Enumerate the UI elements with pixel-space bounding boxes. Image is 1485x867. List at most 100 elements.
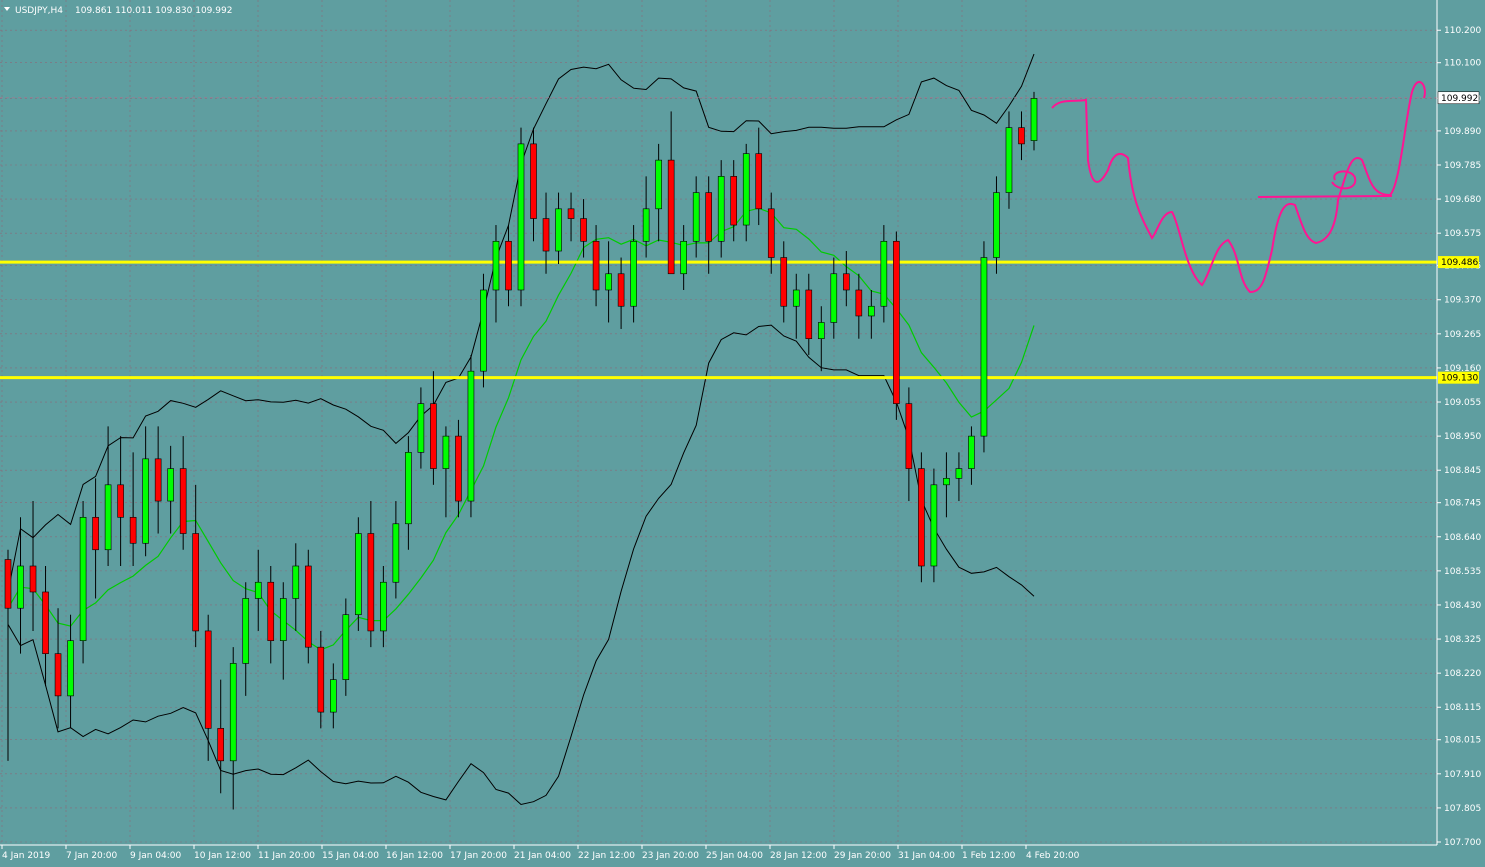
candle-body xyxy=(868,305,875,317)
x-tick-label: 4 Jan 2019 xyxy=(2,851,50,861)
x-tick-label: 25 Jan 04:00 xyxy=(706,851,763,861)
y-tick-label: 108.325 xyxy=(1444,635,1481,645)
candle-body xyxy=(880,240,888,307)
candle-body xyxy=(142,458,149,544)
candle-body xyxy=(417,403,425,453)
candle-body xyxy=(292,565,300,599)
y-tick-label: 108.845 xyxy=(1444,466,1481,476)
candle-body xyxy=(67,640,74,697)
candle-body xyxy=(442,435,450,469)
candle-body xyxy=(1005,127,1013,193)
candle-body xyxy=(567,208,575,219)
y-tick-label: 108.430 xyxy=(1444,601,1481,611)
x-tick-label: 23 Jan 20:00 xyxy=(642,851,699,861)
y-tick-label: 108.220 xyxy=(1444,669,1481,679)
candle-body xyxy=(192,533,199,632)
candle xyxy=(918,452,925,583)
y-tick-label: 107.805 xyxy=(1444,804,1481,814)
candle-body xyxy=(405,452,412,525)
candle-body xyxy=(304,565,312,648)
y-tick-label: 109.265 xyxy=(1444,330,1481,340)
candle-body xyxy=(780,257,788,307)
candle-body xyxy=(993,192,1000,258)
candle-body xyxy=(667,159,675,275)
level-price-label: 109.486 xyxy=(1441,258,1478,268)
candle-body xyxy=(542,218,550,252)
x-tick-label: 21 Jan 04:00 xyxy=(514,851,571,861)
candle-body xyxy=(79,516,87,641)
x-tick-label: 16 Jan 12:00 xyxy=(386,851,443,861)
y-tick-label: 108.745 xyxy=(1444,499,1481,509)
candle-body xyxy=(229,663,237,762)
y-tick-label: 109.055 xyxy=(1444,398,1481,408)
level-price-label: 109.130 xyxy=(1441,374,1478,384)
projection-horizontal-line[interactable] xyxy=(1257,195,1393,198)
candle xyxy=(930,468,938,583)
x-tick-label: 4 Feb 20:00 xyxy=(1026,851,1080,861)
candle-body xyxy=(555,208,562,252)
x-tick-label: 1 Feb 12:00 xyxy=(962,851,1016,861)
y-tick-label: 110.100 xyxy=(1444,59,1481,69)
y-tick-label: 109.370 xyxy=(1444,296,1481,306)
candle-body xyxy=(242,598,250,664)
candle-body xyxy=(792,289,800,307)
y-tick-label: 108.640 xyxy=(1444,533,1481,543)
candle-body xyxy=(54,653,62,697)
y-tick-label: 107.910 xyxy=(1444,770,1481,780)
candle-body xyxy=(980,257,988,437)
candle-body xyxy=(805,289,813,340)
x-tick-label: 9 Jan 04:00 xyxy=(130,851,182,861)
candle-body xyxy=(505,240,512,291)
candle xyxy=(517,127,525,307)
x-tick-label: 7 Jan 20:00 xyxy=(66,851,118,861)
candle-body xyxy=(955,468,963,479)
candle-body xyxy=(580,218,587,242)
candle-body xyxy=(4,559,12,609)
candle-body xyxy=(755,153,763,210)
candle xyxy=(467,354,475,518)
candle-body xyxy=(492,240,500,291)
candle xyxy=(304,549,312,664)
current-price-label: 109.992 xyxy=(1441,94,1478,104)
candle-body xyxy=(918,468,925,567)
candle-body xyxy=(204,630,212,729)
candle-body xyxy=(17,565,24,609)
candle xyxy=(355,517,362,631)
candle-body xyxy=(767,208,775,258)
candle-body xyxy=(480,289,487,372)
candle-body xyxy=(592,240,600,291)
candle-body xyxy=(530,143,537,219)
candle-body xyxy=(355,533,362,616)
candle xyxy=(79,501,87,664)
x-tick-label: 29 Jan 20:00 xyxy=(834,851,891,861)
y-tick-label: 109.575 xyxy=(1444,229,1481,239)
price-chart[interactable]: 110.200110.100109.990109.890109.785109.6… xyxy=(0,0,1485,867)
x-tick-label: 10 Jan 12:00 xyxy=(194,851,251,861)
y-tick-label: 109.890 xyxy=(1444,127,1481,137)
candle-body xyxy=(630,240,637,307)
symbol-label: USDJPY,H4 xyxy=(15,6,63,16)
x-tick-label: 22 Jan 12:00 xyxy=(578,851,635,861)
candle-body xyxy=(154,458,162,502)
y-tick-label: 109.785 xyxy=(1444,161,1481,171)
candle-body xyxy=(617,273,625,307)
candle-body xyxy=(29,565,37,593)
x-tick-label: 11 Jan 20:00 xyxy=(258,851,315,861)
y-tick-label: 107.700 xyxy=(1444,838,1481,848)
candle-body xyxy=(692,192,700,242)
x-tick-label: 28 Jan 12:00 xyxy=(770,851,827,861)
y-tick-label: 109.680 xyxy=(1444,195,1481,205)
candle-body xyxy=(642,208,650,242)
x-tick-label: 31 Jan 04:00 xyxy=(898,851,955,861)
candle-body xyxy=(380,581,387,632)
candle-body xyxy=(330,679,337,713)
candle-body xyxy=(855,289,863,317)
candle-body xyxy=(817,322,825,340)
candle-body xyxy=(680,240,687,275)
candle-body xyxy=(943,478,950,486)
candle-body xyxy=(254,581,262,599)
candle-body xyxy=(893,240,900,404)
candle-body xyxy=(430,403,437,469)
candle-body xyxy=(392,523,400,583)
candle-body xyxy=(655,159,662,210)
